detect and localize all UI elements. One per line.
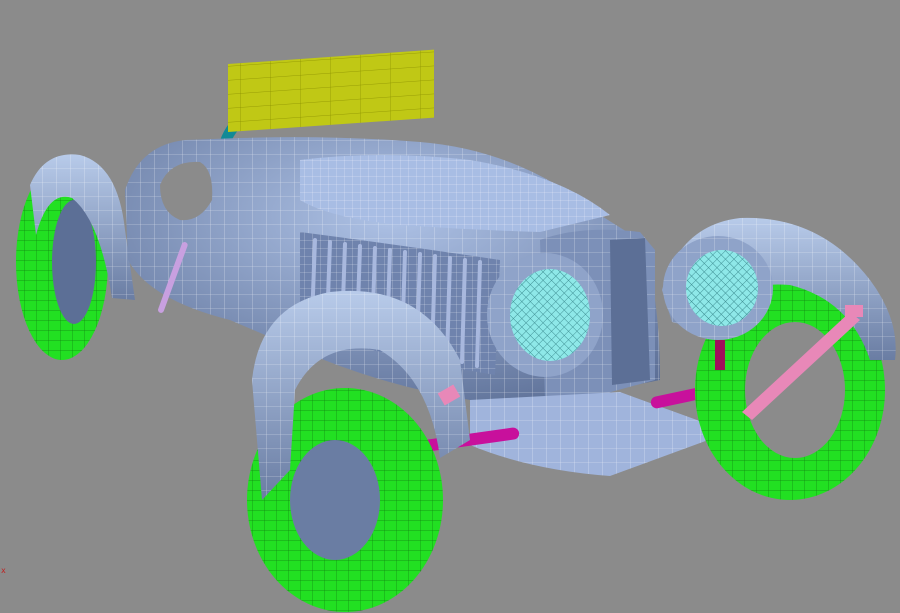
headlight-stand xyxy=(715,340,725,370)
left-headlight-mesh[interactable] xyxy=(487,253,603,377)
axis-label: x xyxy=(1,566,6,575)
viewport-3d[interactable]: x xyxy=(0,0,900,613)
right-headlight-mesh[interactable] xyxy=(663,236,773,340)
strut-bracket xyxy=(845,305,863,317)
windshield-wireframe xyxy=(228,49,434,133)
